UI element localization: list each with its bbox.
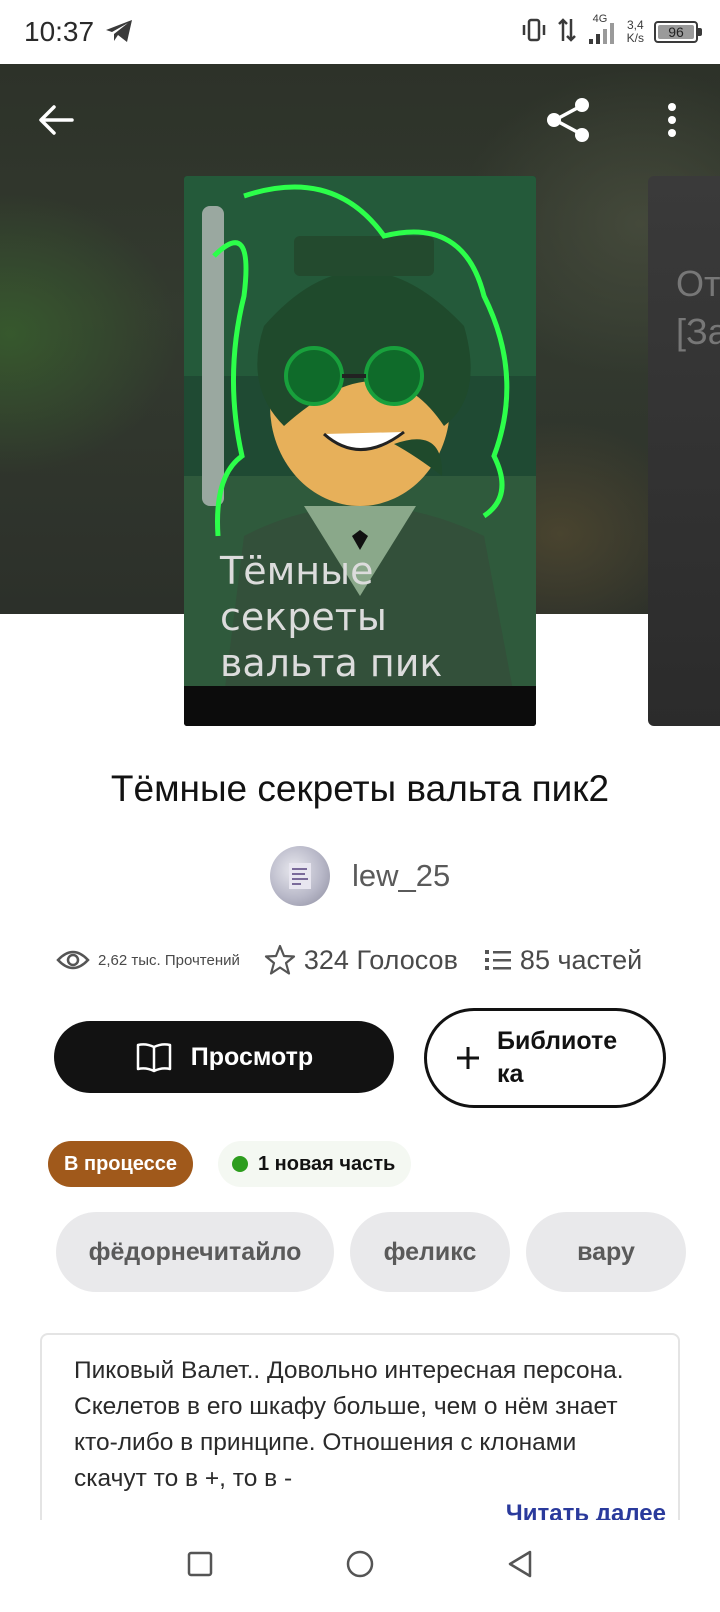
star-icon — [264, 944, 295, 975]
add-to-library-button[interactable]: Библиоте ка — [424, 1008, 666, 1108]
share-button[interactable] — [540, 92, 596, 148]
parts-stat[interactable]: 85 частей — [484, 945, 642, 976]
battery-icon: 96 — [654, 21, 702, 43]
reads-count: 2,62 тыс. Прочтений — [98, 951, 240, 969]
new-parts-label: 1 новая часть — [258, 1152, 396, 1175]
data-arrows-icon — [557, 17, 577, 48]
triangle-back-icon — [509, 1550, 532, 1577]
library-button-label: Библиоте ка — [497, 1027, 618, 1088]
next-story-cover[interactable]: От [За — [648, 176, 720, 726]
plus-icon — [457, 1047, 479, 1069]
votes-stat: 324 Голосов — [264, 944, 458, 976]
tag-chip[interactable]: фёдорнечитайло — [56, 1212, 334, 1292]
square-icon — [187, 1551, 212, 1576]
story-stats: 2,62 тыс. Прочтений 324 Голосов 85 часте… — [56, 940, 642, 980]
network-type: 4G — [592, 12, 608, 25]
recent-apps-button[interactable] — [186, 1550, 214, 1583]
parts-count[interactable]: 85 частей — [520, 945, 642, 976]
share-icon — [547, 98, 589, 142]
back-button[interactable] — [28, 92, 84, 148]
reads-stat: 2,62 тыс. Прочтений — [56, 948, 240, 972]
story-cover[interactable]: Тёмные секреты вальта пик — [184, 176, 536, 726]
home-button[interactable] — [345, 1549, 375, 1584]
read-button-label: Просмотр — [190, 1042, 314, 1071]
status-time: 10:37 — [24, 16, 95, 47]
arrow-left-icon — [39, 105, 74, 135]
list-icon — [484, 950, 511, 970]
status-badge: В процессе — [48, 1141, 194, 1187]
read-button[interactable]: Просмотр — [54, 1021, 394, 1093]
net-speed: 3,4 K/s — [627, 19, 644, 45]
book-icon — [136, 1043, 172, 1073]
avatar[interactable] — [270, 846, 330, 906]
eye-icon — [56, 950, 90, 970]
author-link[interactable]: lew_25 — [270, 846, 450, 906]
vibrate-icon — [521, 18, 547, 47]
votes-count: 324 Голосов — [303, 944, 458, 975]
tag-chip[interactable]: вару — [526, 1212, 686, 1292]
telegram-icon — [104, 18, 134, 49]
new-indicator-dot — [232, 1156, 248, 1172]
description-text: Пиковый Валет.. Довольно интересная перс… — [74, 1357, 624, 1492]
cover-title-text: Тёмные секреты вальта пик — [220, 549, 443, 685]
system-nav-bar — [0, 1520, 720, 1612]
next-cover-text: От [За — [676, 263, 720, 352]
tag-chip[interactable]: феликс — [350, 1212, 510, 1292]
battery-level: 96 — [668, 24, 684, 40]
new-parts-badge: 1 новая часть — [218, 1141, 412, 1187]
nav-back-button[interactable] — [506, 1549, 534, 1584]
story-title: Тёмные секреты вальта пик2 — [110, 768, 610, 809]
circle-icon — [346, 1550, 374, 1577]
more-options-button[interactable] — [644, 92, 700, 148]
status-bar: 10:37 4G 3,4 K/s 96 — [0, 0, 720, 64]
signal-icon: 4G — [587, 13, 617, 48]
author-name[interactable]: lew_25 — [352, 858, 450, 894]
net-speed-unit: K/s — [626, 31, 644, 45]
more-vertical-icon — [668, 103, 676, 137]
